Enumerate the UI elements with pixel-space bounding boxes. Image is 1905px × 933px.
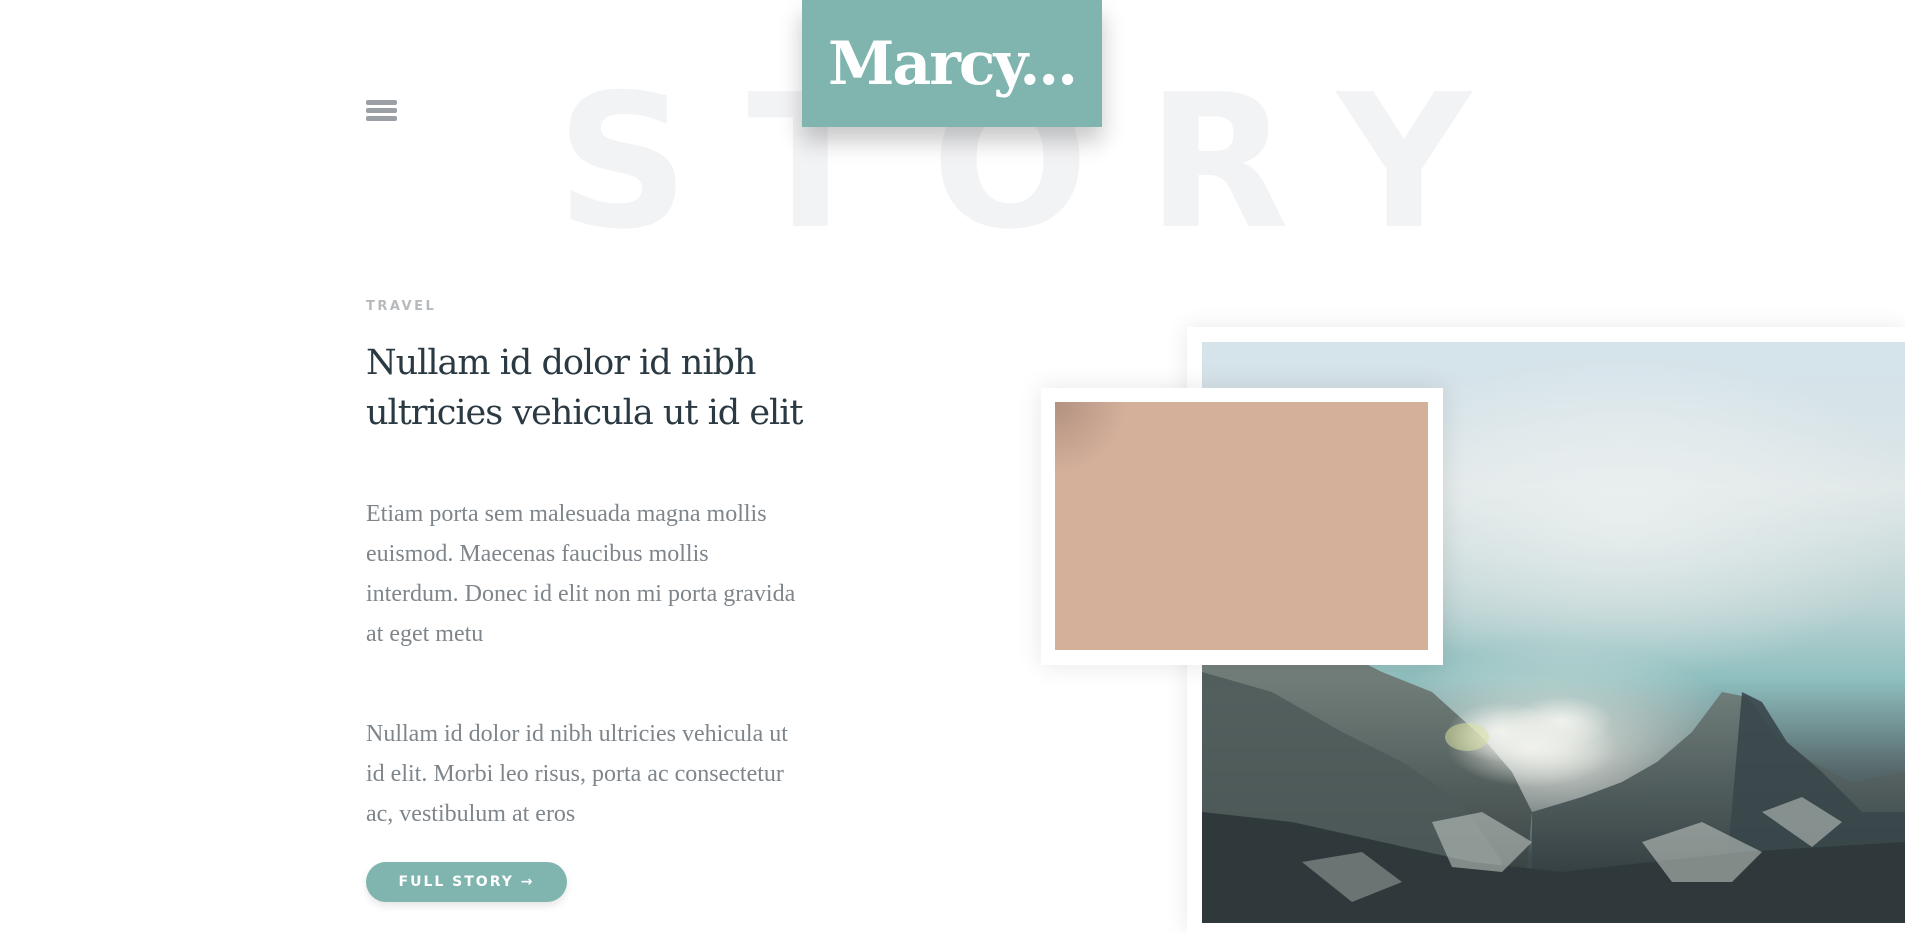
full-story-button[interactable]: FULL STORY → (366, 862, 567, 902)
hamburger-icon[interactable] (366, 100, 397, 124)
article-paragraph-1: Etiam porta sem malesuada magna mollis e… (366, 501, 796, 647)
logo-text: Marcy... (827, 28, 1078, 99)
article-title[interactable]: Nullam id dolor id nibh ultricies vehicu… (366, 338, 826, 438)
article-paragraph-2: Nullam id dolor id nibh ultricies vehicu… (366, 721, 788, 827)
overlay-card-frame (1041, 388, 1443, 665)
overlay-card-image (1055, 402, 1428, 650)
category-label[interactable]: TRAVEL (366, 299, 436, 314)
site-logo[interactable]: Marcy... (802, 0, 1102, 127)
